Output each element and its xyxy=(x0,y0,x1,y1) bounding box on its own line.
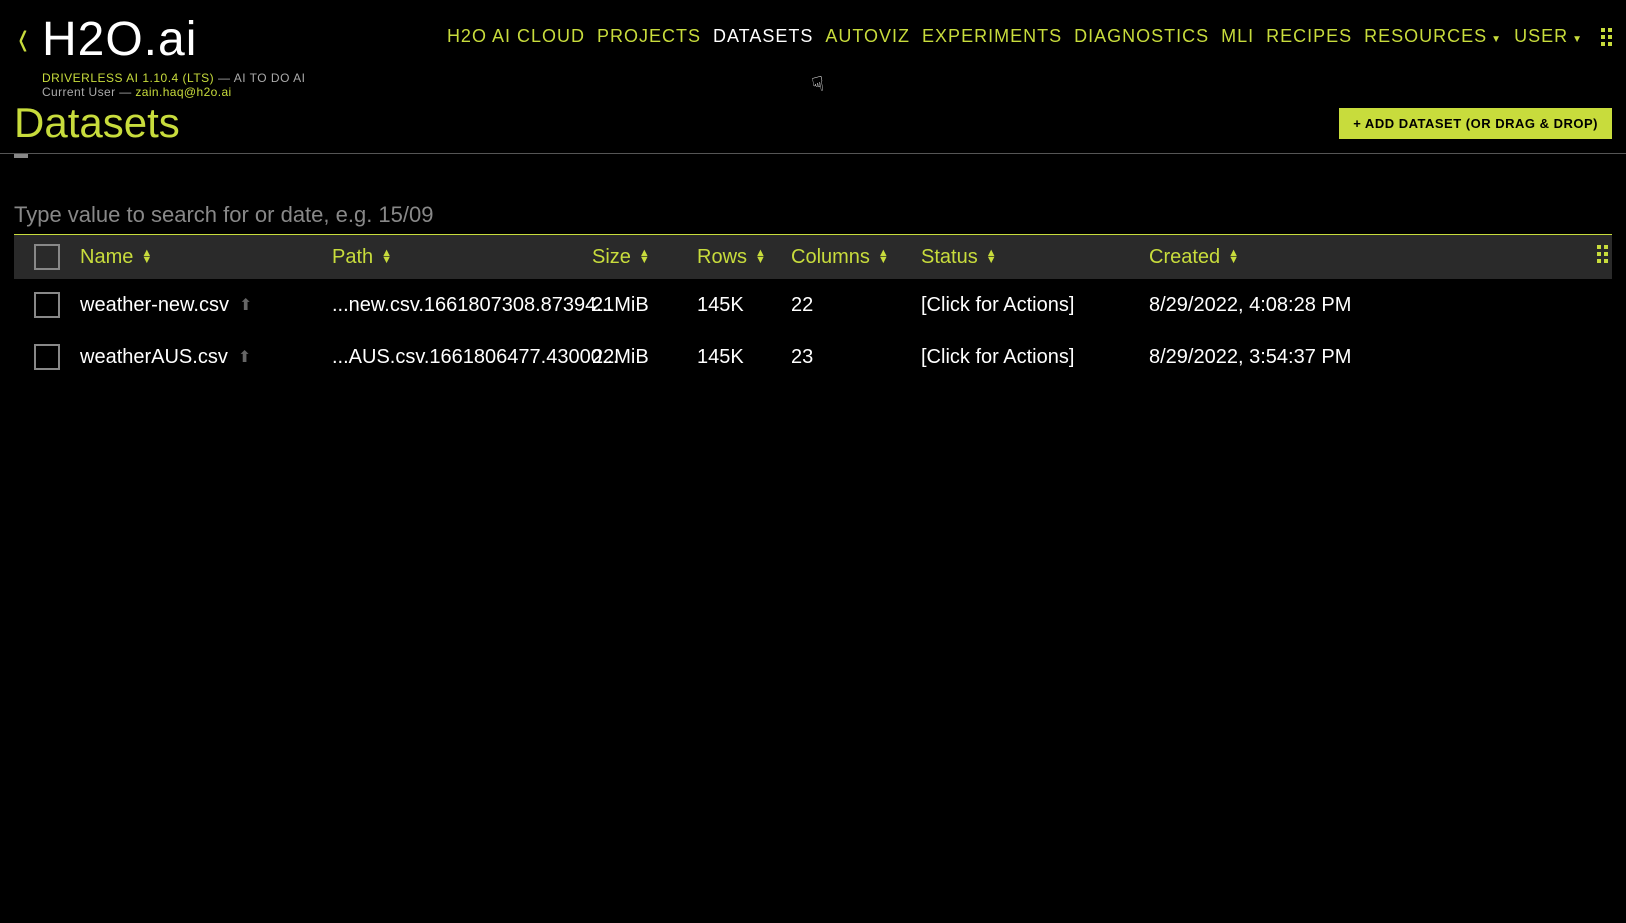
column-size-label: Size xyxy=(592,246,631,269)
chevron-down-icon: ▼ xyxy=(1491,34,1502,45)
sort-icon: ▲▼ xyxy=(986,250,997,264)
sort-icon: ▲▼ xyxy=(141,250,152,264)
dataset-created: 8/29/2022, 4:08:28 PM xyxy=(1149,294,1351,317)
dataset-size: 22MiB xyxy=(592,346,649,369)
nav-user[interactable]: USER ▼ xyxy=(1514,26,1583,47)
dataset-path: ...AUS.csv.1661806477.43000... xyxy=(332,346,619,369)
table-row[interactable]: weather-new.csv ⬆ ...new.csv.1661807308.… xyxy=(14,279,1612,331)
table-options-icon[interactable] xyxy=(1597,245,1608,263)
sort-icon: ▲▼ xyxy=(381,250,392,264)
column-header-status[interactable]: Status ▲▼ xyxy=(921,246,1149,269)
nav-resources-label: RESOURCES xyxy=(1364,26,1487,46)
ai-to-do-ai: AI TO DO AI xyxy=(234,71,306,85)
version-line: DRIVERLESS AI 1.10.4 (LTS) — AI TO DO AI xyxy=(42,71,305,85)
current-user-label: Current User xyxy=(42,85,115,99)
column-header-columns[interactable]: Columns ▲▼ xyxy=(791,246,921,269)
current-user-email[interactable]: zain.haq@h2o.ai xyxy=(135,85,231,99)
back-chevron-icon[interactable]: ‹ xyxy=(18,16,27,58)
brand-title[interactable]: H2O.ai xyxy=(42,12,305,67)
nav-diagnostics[interactable]: DIAGNOSTICS xyxy=(1074,26,1209,47)
dataset-status[interactable]: [Click for Actions] xyxy=(921,294,1074,317)
progress-indicator xyxy=(14,154,28,158)
column-header-created[interactable]: Created ▲▼ xyxy=(1149,246,1612,269)
chevron-down-icon: ▼ xyxy=(1572,34,1583,45)
column-columns-label: Columns xyxy=(791,246,870,269)
dataset-size: 21MiB xyxy=(592,294,649,317)
nav-h2o-ai-cloud[interactable]: H2O AI CLOUD xyxy=(447,26,585,47)
column-created-label: Created xyxy=(1149,246,1220,269)
brand-block: ‹ H2O.ai DRIVERLESS AI 1.10.4 (LTS) — AI… xyxy=(14,12,305,99)
dataset-path: ...new.csv.1661807308.87394... xyxy=(332,294,613,317)
select-all-checkbox[interactable] xyxy=(14,244,80,270)
column-path-label: Path xyxy=(332,246,373,269)
sort-icon: ▲▼ xyxy=(878,250,889,264)
column-status-label: Status xyxy=(921,246,978,269)
upload-icon[interactable]: ⬆ xyxy=(238,347,251,367)
nav-experiments[interactable]: EXPERIMENTS xyxy=(922,26,1062,47)
dataset-name: weatherAUS.csv xyxy=(80,346,228,369)
app-grid-icon[interactable] xyxy=(1601,28,1612,46)
nav-user-label: USER xyxy=(1514,26,1568,46)
column-name-label: Name xyxy=(80,246,133,269)
dataset-columns: 23 xyxy=(791,346,813,369)
dataset-columns: 22 xyxy=(791,294,813,317)
nav-recipes[interactable]: RECIPES xyxy=(1266,26,1352,47)
column-rows-label: Rows xyxy=(697,246,747,269)
dataset-created: 8/29/2022, 3:54:37 PM xyxy=(1149,346,1351,369)
column-header-name[interactable]: Name ▲▼ xyxy=(80,246,332,269)
nav-projects[interactable]: PROJECTS xyxy=(597,26,701,47)
sort-icon: ▲▼ xyxy=(755,250,766,264)
current-user-line: Current User — zain.haq@h2o.ai xyxy=(42,85,305,99)
row-checkbox[interactable] xyxy=(34,344,60,370)
dataset-rows: 145K xyxy=(697,346,744,369)
search-input[interactable] xyxy=(14,194,1612,235)
nav-resources[interactable]: RESOURCES ▼ xyxy=(1364,26,1502,47)
main-nav: H2O AI CLOUD PROJECTS DATASETS AUTOVIZ E… xyxy=(447,26,1612,47)
sort-icon: ▲▼ xyxy=(1228,250,1239,264)
column-header-size[interactable]: Size ▲▼ xyxy=(592,246,697,269)
version-text: DRIVERLESS AI 1.10.4 (LTS) xyxy=(42,71,214,85)
dataset-name: weather-new.csv xyxy=(80,294,229,317)
table-row[interactable]: weatherAUS.csv ⬆ ...AUS.csv.1661806477.4… xyxy=(14,331,1612,383)
upload-icon[interactable]: ⬆ xyxy=(239,295,252,315)
add-dataset-button[interactable]: + ADD DATASET (OR DRAG & DROP) xyxy=(1339,108,1612,139)
page-title: Datasets xyxy=(14,99,180,147)
top-bar: ‹ H2O.ai DRIVERLESS AI 1.10.4 (LTS) — AI… xyxy=(0,0,1626,99)
nav-mli[interactable]: MLI xyxy=(1221,26,1254,47)
datasets-table: Name ▲▼ Path ▲▼ Size ▲▼ Rows ▲▼ Columns … xyxy=(0,235,1626,383)
page-header-row: Datasets + ADD DATASET (OR DRAG & DROP) xyxy=(0,99,1626,154)
nav-autoviz[interactable]: AUTOVIZ xyxy=(825,26,910,47)
dataset-rows: 145K xyxy=(697,294,744,317)
dataset-status[interactable]: [Click for Actions] xyxy=(921,346,1074,369)
table-header: Name ▲▼ Path ▲▼ Size ▲▼ Rows ▲▼ Columns … xyxy=(14,235,1612,279)
column-header-rows[interactable]: Rows ▲▼ xyxy=(697,246,791,269)
row-checkbox[interactable] xyxy=(34,292,60,318)
sort-icon: ▲▼ xyxy=(639,250,650,264)
nav-datasets[interactable]: DATASETS xyxy=(713,26,813,47)
column-header-path[interactable]: Path ▲▼ xyxy=(332,246,592,269)
